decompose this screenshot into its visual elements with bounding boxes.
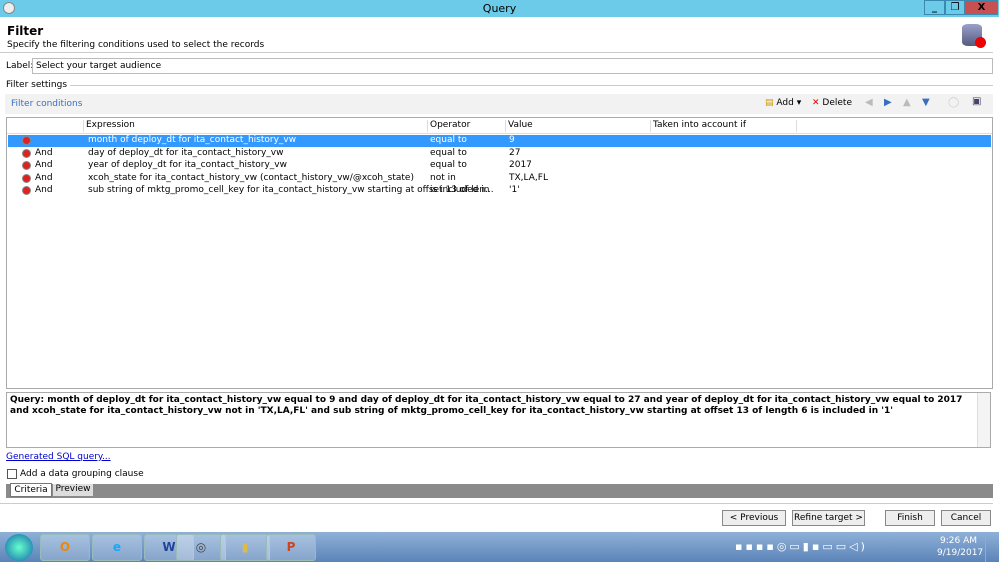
col-header-value[interactable]: Value: [506, 120, 651, 132]
expression: day of deploy_dt for ita_contact_history…: [88, 147, 284, 158]
value: 2017: [509, 160, 532, 170]
add-label: Add: [776, 98, 794, 108]
grouping-checkbox[interactable]: [7, 469, 17, 479]
label-caption: Label:: [6, 61, 34, 71]
tab-preview[interactable]: Preview: [53, 484, 93, 496]
generated-sql-link[interactable]: Generated SQL query...: [6, 452, 111, 462]
taskbar-app[interactable]: ◎: [176, 534, 226, 561]
close-button[interactable]: X: [965, 0, 998, 15]
page-title: Filter: [7, 24, 44, 38]
delete-label: Delete: [822, 98, 852, 108]
conditions-table: Expression Operator Value Taken into acc…: [6, 117, 993, 389]
arrow-right-icon[interactable]: ▶: [884, 97, 892, 108]
table-row[interactable]: And sub string of mktg_promo_cell_key fo…: [8, 185, 991, 197]
value: TX,LA,FL: [509, 172, 548, 183]
arrow-left-icon[interactable]: ◀: [865, 97, 873, 108]
restore-button[interactable]: ❐: [945, 0, 965, 15]
clock-time[interactable]: 9:26 AM: [940, 536, 977, 546]
conjunction: And: [35, 147, 53, 158]
query-summary: Query: month of deploy_dt for ita_contac…: [6, 392, 991, 448]
conjunction: And: [35, 160, 53, 170]
start-button[interactable]: [5, 534, 33, 561]
tray-icons[interactable]: ▪▪▪▪◎▭▮▪▭▭◁): [735, 540, 868, 553]
operator: not in: [430, 172, 456, 183]
expression: year of deploy_dt for ita_contact_histor…: [88, 160, 287, 170]
filter-conditions-title: Filter conditions: [11, 99, 83, 109]
operator: equal to: [430, 160, 467, 170]
delete-button[interactable]: ✕ Delete: [812, 98, 852, 108]
conjunction: And: [35, 172, 53, 183]
finish-button[interactable]: Finish: [885, 510, 935, 526]
condition-icon: [22, 173, 31, 183]
value: 27: [509, 147, 521, 158]
window-title: Query: [482, 2, 517, 15]
taskbar-ie[interactable]: e: [92, 534, 142, 561]
tab-bar: [6, 484, 993, 498]
filter-conditions-toolbar: Filter conditions ▤ Add ▾ ✕ Delete ◀ ▶ ▲…: [5, 94, 993, 114]
filter-settings-label: Filter settings: [6, 80, 71, 90]
col-header-blank: [7, 120, 84, 132]
refine-target-button[interactable]: Refine target >: [792, 510, 865, 526]
condition-icon: [22, 136, 31, 145]
col-header-operator[interactable]: Operator: [428, 120, 506, 132]
taskbar-outlook[interactable]: O: [40, 534, 90, 561]
save-icon[interactable]: ▣: [972, 96, 981, 107]
show-desktop-button[interactable]: [985, 532, 999, 562]
delete-icon: ✕: [812, 98, 820, 108]
add-icon: ▤: [765, 98, 774, 108]
scrollbar[interactable]: [977, 393, 990, 447]
divider: [0, 52, 993, 53]
page-subtitle: Specify the filtering conditions used to…: [7, 40, 265, 50]
value: '1': [509, 185, 520, 195]
table-row[interactable]: And xcoh_state for ita_contact_history_v…: [8, 173, 991, 185]
database-icon: [962, 24, 986, 48]
arrow-up-icon[interactable]: ▲: [903, 97, 911, 108]
expression: xcoh_state for ita_contact_history_vw (c…: [88, 172, 414, 183]
operator: equal to: [430, 135, 467, 145]
expression: month of deploy_dt for ita_contact_histo…: [88, 135, 297, 145]
arrow-down-icon[interactable]: ▼: [922, 97, 930, 108]
value: 9: [509, 135, 515, 145]
taskbar-explorer[interactable]: ▮: [220, 534, 270, 561]
previous-button[interactable]: < Previous: [722, 510, 786, 526]
table-row[interactable]: And day of deploy_dt for ita_contact_his…: [8, 148, 991, 160]
add-button[interactable]: ▤ Add ▾: [765, 98, 801, 108]
divider: [7, 133, 992, 134]
taskbar-powerpoint[interactable]: P: [266, 534, 316, 561]
query-text: Query: month of deploy_dt for ita_contac…: [10, 395, 963, 416]
conjunction: And: [35, 185, 53, 195]
title-bar: Query _ ❐ X: [0, 0, 999, 17]
divider: [0, 503, 993, 504]
tab-criteria[interactable]: Criteria: [10, 483, 52, 497]
minimize-button[interactable]: _: [924, 0, 945, 15]
col-header-expression[interactable]: Expression: [84, 120, 428, 132]
operator: is included in: [430, 185, 490, 195]
clock-date[interactable]: 9/19/2017: [937, 548, 983, 558]
grouping-label: Add a data grouping clause: [20, 469, 144, 479]
cancel-button[interactable]: Cancel: [941, 510, 991, 526]
divider: [6, 85, 993, 86]
table-row[interactable]: And year of deploy_dt for ita_contact_hi…: [8, 160, 991, 172]
operator: equal to: [430, 147, 467, 158]
condition-icon: [22, 148, 31, 158]
col-header-taken-into-account[interactable]: Taken into account if: [651, 120, 797, 132]
label-input[interactable]: [32, 58, 993, 74]
toggle-icon[interactable]: ◯: [948, 97, 959, 108]
condition-icon: [22, 161, 31, 170]
table-row[interactable]: month of deploy_dt for ita_contact_histo…: [8, 135, 991, 147]
chevron-down-icon[interactable]: ▾: [797, 98, 802, 108]
condition-icon: [22, 186, 31, 195]
taskbar: O e W ◎ ▮ P ▪▪▪▪◎▭▮▪▭▭◁) 9:26 AM 9/19/20…: [0, 532, 999, 562]
